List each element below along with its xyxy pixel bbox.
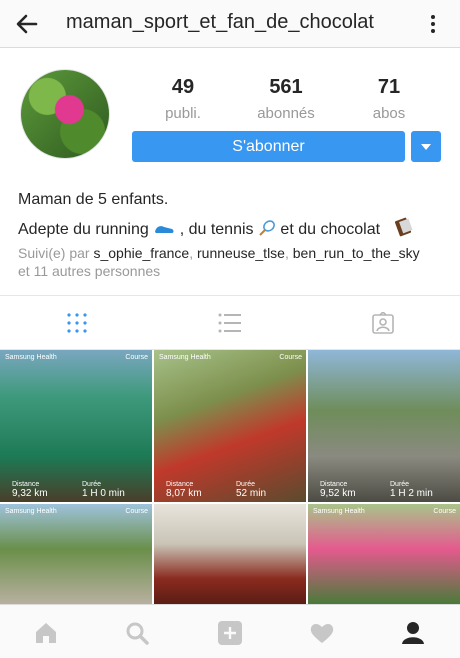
follow-button[interactable]: S'abonner [132,131,405,162]
back-arrow-icon[interactable] [12,9,42,39]
add-icon[interactable] [217,620,243,646]
profile-username: maman_sport_et_fan_de_chocolat [66,11,374,33]
bio-line-1: Maman de 5 enfants. [18,191,169,208]
heart-icon[interactable] [309,620,335,646]
post-thumbnail[interactable]: Samsung Health Course [0,504,152,604]
list-icon[interactable] [218,312,242,334]
tagged-icon[interactable] [371,312,395,334]
profile-icon[interactable] [400,620,426,646]
post-thumbnail[interactable]: Distance 9,52 km Durée 1 H 2 min [308,350,460,502]
search-icon[interactable] [124,620,150,646]
followers-count[interactable]: 561 abonnés [241,76,331,122]
follower-link[interactable]: s_ophie_france [93,245,189,261]
chocolate-bar-icon [394,217,413,237]
post-thumbnail[interactable]: Samsung Health Course [308,504,460,604]
post-thumbnail[interactable]: Samsung Health Course Distance 8,07 km D… [154,350,306,502]
top-bar: maman_sport_et_fan_de_chocolat [0,0,460,48]
suggestions-dropdown-button[interactable] [411,131,441,162]
home-icon[interactable] [33,620,59,646]
post-thumbnail[interactable]: Samsung Health Course Distance 9,32 km D… [0,350,152,502]
more-options-icon[interactable] [425,12,441,38]
followed-by: Suivi(e) par s_ophie_france, runneuse_tl… [18,245,420,279]
avatar[interactable] [20,69,110,159]
posts-count: 49 publi. [165,76,201,122]
post-thumbnail[interactable] [154,504,306,604]
tennis-racket-icon [259,220,275,236]
following-count[interactable]: 71 abos [344,76,434,122]
profile-tabs [0,295,460,350]
chevron-down-icon [421,144,431,150]
grid-icon[interactable] [65,312,89,334]
bottom-nav [0,604,460,658]
running-shoe-icon [155,226,174,233]
bio-line-2: Adepte du running , du tennis et du choc… [18,217,415,239]
follower-link[interactable]: ben_run_to_the_sky [293,245,420,261]
follower-link[interactable]: runneuse_tlse [197,245,285,261]
